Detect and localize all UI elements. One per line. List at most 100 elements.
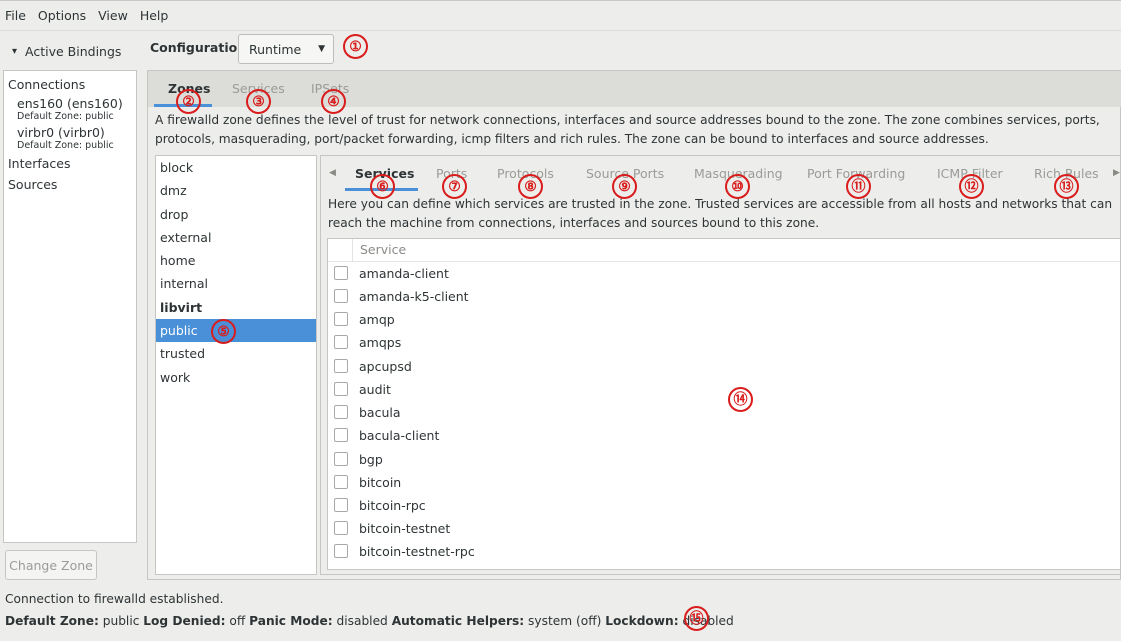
- zone-item-internal[interactable]: internal: [156, 272, 316, 295]
- callout-6: ⑥: [370, 174, 395, 199]
- callout-9: ⑨: [612, 174, 637, 199]
- service-name: apcupsd: [359, 358, 412, 374]
- service-name: bgp: [359, 451, 383, 467]
- table-row[interactable]: bacula-client: [334, 425, 439, 445]
- service-name: bitcoin: [359, 474, 402, 490]
- zone-item-work[interactable]: work: [156, 366, 316, 389]
- callout-14: ⑭: [728, 387, 753, 412]
- service-name: amanda-k5-client: [359, 288, 469, 304]
- menu-view[interactable]: View: [92, 0, 134, 31]
- automatic-helpers-label: Automatic Helpers:: [391, 614, 525, 628]
- menu-file[interactable]: File: [0, 0, 32, 31]
- zone-item-trusted[interactable]: trusted: [156, 342, 316, 365]
- service-checkbox[interactable]: [334, 428, 348, 442]
- zone-item-home[interactable]: home: [156, 249, 316, 272]
- services-description: Here you can define which services are t…: [328, 197, 1113, 230]
- service-column-header[interactable]: Service: [360, 242, 406, 257]
- chevron-down-icon: ▾: [12, 45, 18, 57]
- service-checkbox[interactable]: [334, 521, 348, 535]
- callout-4: ④: [321, 89, 346, 114]
- table-row[interactable]: bitcoin-testnet: [334, 518, 450, 538]
- panic-mode-label: Panic Mode:: [249, 614, 333, 628]
- table-row[interactable]: bacula: [334, 402, 401, 422]
- lockdown-label: Lockdown:: [605, 614, 679, 628]
- table-row[interactable]: bgp: [334, 449, 383, 469]
- callout-10: ⑩: [725, 174, 750, 199]
- callout-12: ⑫: [959, 174, 984, 199]
- firewall-status: Default Zone: public Log Denied: off Pan…: [5, 614, 734, 628]
- connection-name: ens160 (ens160): [17, 96, 123, 111]
- callout-1: ①: [343, 34, 368, 59]
- header-separator: [352, 239, 353, 261]
- menu-options[interactable]: Options: [32, 0, 92, 31]
- configuration-select[interactable]: Runtime ▼: [238, 34, 334, 64]
- service-name: bacula-client: [359, 427, 440, 443]
- top-tab-bar: Zones Services IPSets: [148, 71, 1121, 107]
- callout-13: ⑬: [1054, 174, 1079, 199]
- service-checkbox[interactable]: [334, 382, 348, 396]
- menubar: File Options View Help: [0, 0, 1121, 31]
- menu-help[interactable]: Help: [134, 0, 175, 31]
- default-zone-label: Default Zone:: [5, 614, 99, 628]
- tabs-scroll-right-icon[interactable]: ▶: [1113, 168, 1120, 178]
- configuration-value: Runtime: [249, 41, 302, 57]
- table-row[interactable]: bitcoin-testnet-rpc: [334, 541, 475, 561]
- table-row[interactable]: bitcoin-rpc: [334, 495, 426, 515]
- panic-mode-value: disabled: [336, 614, 388, 628]
- service-name: amanda-client: [359, 265, 449, 281]
- service-checkbox[interactable]: [334, 266, 348, 280]
- table-row[interactable]: amqps: [334, 332, 401, 352]
- service-name: bacula: [359, 404, 401, 420]
- connection-zone: Default Zone: public: [17, 140, 114, 151]
- callout-11: ⑪: [846, 174, 871, 199]
- zone-item-external[interactable]: external: [156, 226, 316, 249]
- table-row[interactable]: apcupsd: [334, 356, 412, 376]
- connection-item[interactable]: virbr0 (virbr0) Default Zone: public: [8, 125, 136, 152]
- zones-list: block dmz drop external home internal li…: [155, 155, 317, 575]
- service-checkbox[interactable]: [334, 335, 348, 349]
- change-zone-button[interactable]: Change Zone: [5, 550, 97, 580]
- service-checkbox[interactable]: [334, 405, 348, 419]
- callout-8: ⑧: [518, 174, 543, 199]
- connection-item[interactable]: ens160 (ens160) Default Zone: public: [8, 96, 136, 123]
- service-checkbox[interactable]: [334, 452, 348, 466]
- configuration-label: Configuration:: [150, 40, 252, 55]
- table-row[interactable]: amqp: [334, 309, 395, 329]
- interfaces-header[interactable]: Interfaces: [8, 154, 136, 173]
- connections-header[interactable]: Connections: [8, 75, 136, 94]
- table-row[interactable]: audit: [334, 379, 391, 399]
- header-divider: [328, 261, 1120, 262]
- service-checkbox[interactable]: [334, 475, 348, 489]
- zone-item-block[interactable]: block: [156, 156, 316, 179]
- sources-header[interactable]: Sources: [8, 175, 136, 194]
- callout-15: ⑮: [684, 606, 709, 631]
- zone-item-libvirt[interactable]: libvirt: [156, 296, 316, 319]
- zone-item-public[interactable]: public: [156, 319, 316, 343]
- connection-zone: Default Zone: public: [17, 111, 114, 122]
- dropdown-arrow-icon: ▼: [318, 44, 325, 54]
- table-row[interactable]: amanda-k5-client: [334, 286, 469, 306]
- service-name: bitcoin-rpc: [359, 497, 426, 513]
- service-checkbox[interactable]: [334, 312, 348, 326]
- table-row[interactable]: bitcoin: [334, 472, 401, 492]
- callout-2: ②: [176, 89, 201, 114]
- tabs-scroll-left-icon[interactable]: ◀: [329, 168, 336, 178]
- callout-3: ③: [246, 89, 271, 114]
- callout-7: ⑦: [442, 174, 467, 199]
- service-checkbox[interactable]: [334, 498, 348, 512]
- service-checkbox[interactable]: [334, 359, 348, 373]
- zone-item-drop[interactable]: drop: [156, 203, 316, 226]
- service-checkbox[interactable]: [334, 289, 348, 303]
- zone-item-dmz[interactable]: dmz: [156, 179, 316, 202]
- service-name: amqps: [359, 334, 402, 350]
- zone-description: A firewalld zone defines the level of tr…: [155, 113, 1100, 146]
- service-table: Service amanda-client amanda-k5-client a…: [327, 238, 1121, 570]
- bindings-panel: Connections ens160 (ens160) Default Zone…: [3, 70, 137, 543]
- callout-5: ⑤: [211, 319, 236, 344]
- table-row[interactable]: amanda-client: [334, 263, 449, 283]
- service-checkbox[interactable]: [334, 544, 348, 558]
- service-name: bitcoin-testnet-rpc: [359, 543, 475, 559]
- active-bindings-toggle[interactable]: ▾ Active Bindings: [12, 42, 121, 60]
- log-denied-label: Log Denied:: [143, 614, 226, 628]
- active-bindings-label: Active Bindings: [25, 43, 122, 59]
